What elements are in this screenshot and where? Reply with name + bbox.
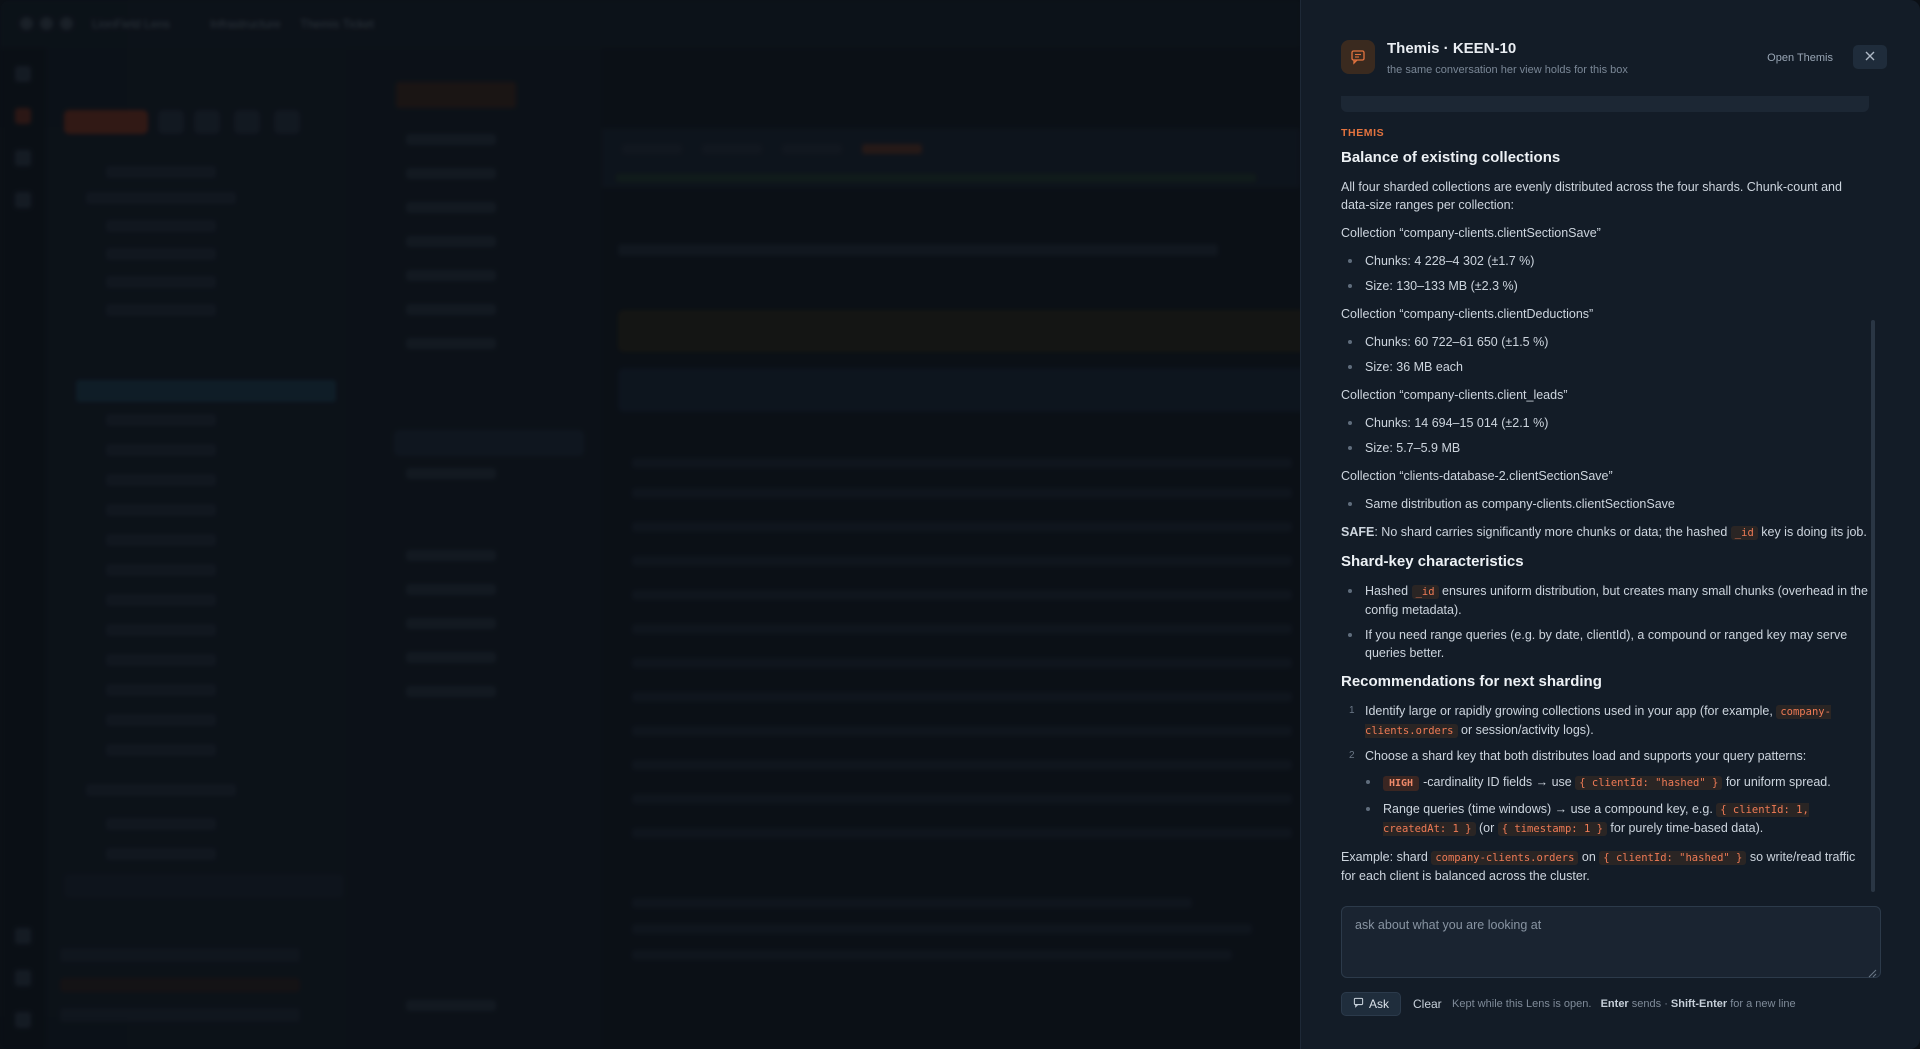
collection-stats: Same distribution as company-clients.cli… [1341,495,1869,513]
message-author: THEMIS [1341,127,1385,139]
chat-icon [1341,40,1375,74]
ask-button[interactable]: Ask [1341,992,1401,1016]
collection-stats: Chunks: 4 228–4 302 (±1.7 %) Size: 130–1… [1341,252,1869,295]
scrollbar-thumb[interactable] [1871,320,1875,892]
text: Range queries (time windows) → use a com… [1383,802,1713,816]
intro-text: All four sharded collections are evenly … [1341,180,1842,212]
clear-button[interactable]: Clear [1413,997,1442,1011]
ask-label: Ask [1368,997,1389,1011]
text: or session/activity logs). [1461,723,1594,737]
hint-text: sends · [1631,998,1668,1010]
example-text: Example: shard company-clients.orders on… [1341,848,1869,885]
text: (or [1479,821,1495,835]
inline-code: _id [1411,585,1439,599]
safe-text: : No shard carries significantly more ch… [1374,525,1728,539]
shard-key-list: Hashed _id ensures uniform distribution,… [1341,582,1869,662]
collection-label: Collection “company-clients.clientDeduct… [1341,307,1594,321]
hint-text: for a new line [1730,998,1796,1010]
inline-code: { clientId: "hashed" } [1575,776,1723,790]
question-input-box[interactable] [1341,906,1881,978]
sub-list: HIGH -cardinality ID fields → use { clien… [1365,773,1869,838]
heading-balance: Balance of existing collections [1341,149,1561,166]
list-item: Same distribution as company-clients.cli… [1348,495,1869,513]
list-number: 2 [1349,750,1355,761]
hint-key: Shift-Enter [1670,998,1728,1010]
inline-code: _id [1730,526,1758,540]
collection-label: Collection “clients-database-2.clientSec… [1341,469,1613,483]
app-window: LionField Lens Infrastructure Themis Tic… [0,0,1920,1049]
cardinality-badge: HIGH [1383,776,1420,791]
hint-text: Kept while this Lens is open. [1452,998,1592,1010]
collection-stats: Chunks: 60 722–61 650 (±1.5 %) Size: 36 … [1341,333,1869,376]
message-scroll-area[interactable]: THEMIS Balance of existing collections A… [1341,96,1889,888]
list-item: Size: 36 MB each [1348,358,1869,376]
lens-title: Themis · KEEN-10 [1387,40,1517,57]
text: for purely time-based data). [1610,821,1764,835]
text: Example: shard [1341,850,1428,864]
composer-hint: Kept while this Lens is open. Enter send… [1452,998,1796,1010]
list-item: HIGH -cardinality ID fields → use { clien… [1366,773,1869,793]
inline-code: { clientId: "hashed" } [1599,851,1747,865]
text: -cardinality ID fields → use [1423,775,1572,789]
collection-label: Collection “company-clients.clientSectio… [1341,226,1601,240]
safe-text: key is doing its job. [1761,525,1867,539]
open-themis-link[interactable]: Open Themis [1767,52,1833,64]
text: Hashed [1365,584,1409,598]
close-icon [1865,48,1875,66]
inline-code: company-clients.orders [1431,851,1579,865]
text: Choose a shard key that both distributes… [1365,749,1807,763]
lens-subtitle: the same conversation her view holds for… [1387,64,1628,76]
list-number: 1 [1349,705,1355,716]
text: Identify large or rapidly growing collec… [1365,704,1773,718]
resize-grip-icon[interactable] [1868,965,1877,978]
inline-code: { timestamp: 1 } [1497,822,1607,836]
safe-label: SAFE [1341,525,1375,539]
collection-label: Collection “company-clients.client_leads… [1341,388,1568,402]
lens-header: Themis · KEEN-10 the same conversation h… [1341,38,1887,82]
close-button[interactable] [1853,45,1887,69]
list-item: Range queries (time windows) → use a com… [1366,800,1869,838]
collection-stats: Chunks: 14 694–15 014 (±2.1 %) Size: 5.7… [1341,414,1869,457]
list-item: Size: 5.7–5.9 MB [1348,439,1869,457]
list-item: 1 Identify large or rapidly growing colle… [1349,702,1869,740]
recommendation-list: 1 Identify large or rapidly growing colle… [1341,702,1869,838]
composer-footer: Ask Clear Kept while this Lens is open. … [1341,992,1901,1018]
list-item: Chunks: 60 722–61 650 (±1.5 %) [1348,333,1869,351]
question-input[interactable] [1342,907,1880,977]
assistant-message: THEMIS Balance of existing collections A… [1341,124,1869,888]
list-item: If you need range queries (e.g. by date,… [1348,626,1869,662]
previous-message-edge [1341,96,1869,112]
chat-icon [1353,997,1364,1011]
background-scrim[interactable] [0,0,1300,1049]
list-item: Size: 130–133 MB (±2.3 %) [1348,277,1869,295]
text: ensures uniform distribution, but create… [1365,584,1868,617]
heading-recommendations: Recommendations for next sharding [1341,673,1602,690]
heading-shard-key: Shard-key characteristics [1341,553,1524,570]
safe-note: SAFE: No shard carries significantly mor… [1341,523,1869,542]
lens-panel: Themis · KEEN-10 the same conversation h… [1300,0,1920,1049]
text: on [1581,850,1596,864]
list-item: Hashed _id ensures uniform distribution,… [1348,582,1869,619]
list-item: Chunks: 4 228–4 302 (±1.7 %) [1348,252,1869,270]
list-item: Chunks: 14 694–15 014 (±2.1 %) [1348,414,1869,432]
list-item: 2 Choose a shard key that both distribute… [1349,747,1869,838]
hint-key: Enter [1600,998,1629,1010]
text: for uniform spread. [1725,775,1831,789]
